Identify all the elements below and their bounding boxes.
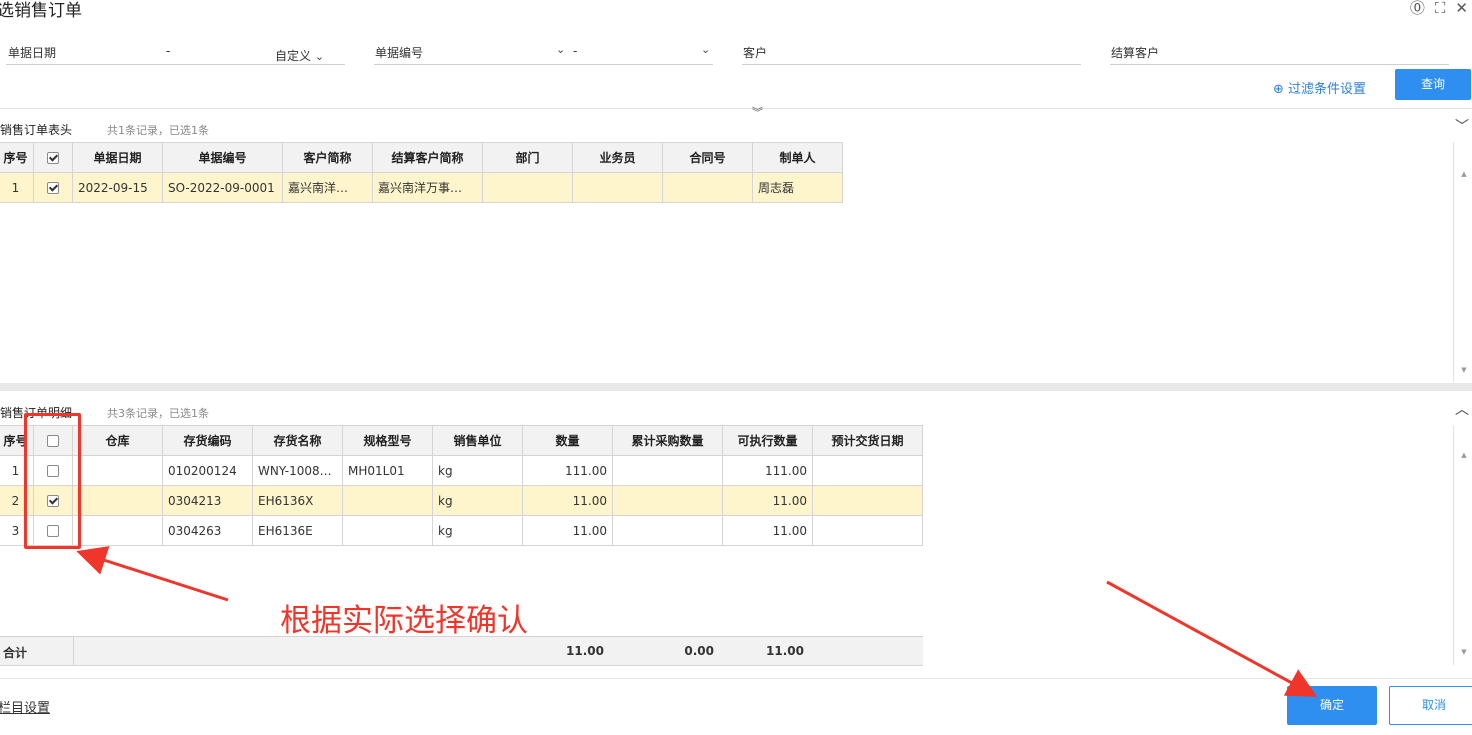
annotation-arrow-right	[1106, 580, 1318, 697]
annotation-arrow-left	[76, 546, 229, 602]
annotation-arrows	[76, 546, 1318, 697]
